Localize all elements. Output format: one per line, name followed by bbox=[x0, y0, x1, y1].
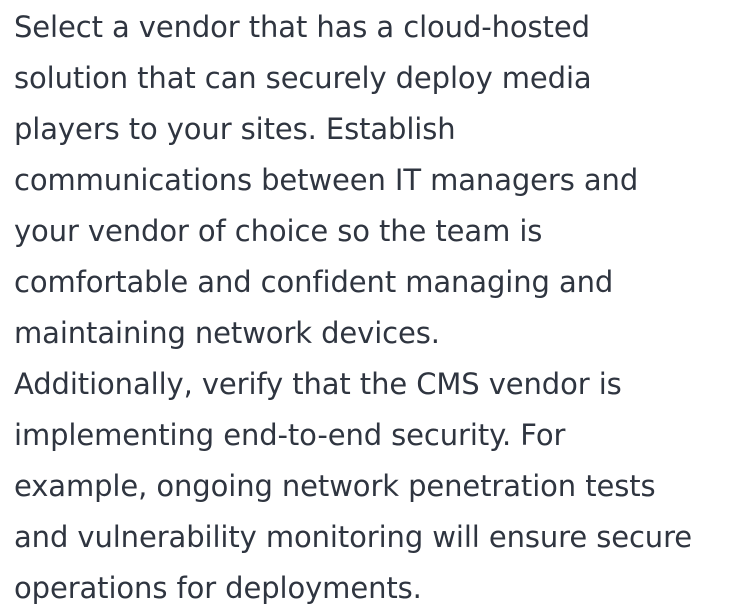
paragraph-security: Additionally, verify that the CMS vendor… bbox=[14, 359, 729, 614]
text-line: comfortable and confident managing and bbox=[14, 265, 614, 299]
text-line: your vendor of choice so the team is bbox=[14, 214, 543, 248]
article-body: Select a vendor that has a cloud-hosted … bbox=[0, 0, 729, 614]
text-line: solution that can securely deploy media bbox=[14, 61, 592, 95]
text-line: communications between IT managers and bbox=[14, 163, 639, 197]
text-line: implementing end-to-end security. For bbox=[14, 418, 566, 452]
text-line: example, ongoing network penetration tes… bbox=[14, 469, 656, 503]
text-line: players to your sites. Establish bbox=[14, 112, 456, 146]
text-line: operations for deployments. bbox=[14, 571, 422, 605]
text-line: Additionally, verify that the CMS vendor… bbox=[14, 367, 622, 401]
text-line: and vulnerability monitoring will ensure… bbox=[14, 520, 693, 554]
text-line: maintaining network devices. bbox=[14, 316, 440, 350]
text-line: Select a vendor that has a cloud-hosted bbox=[14, 10, 590, 44]
paragraph-vendor-selection: Select a vendor that has a cloud-hosted … bbox=[14, 2, 729, 359]
